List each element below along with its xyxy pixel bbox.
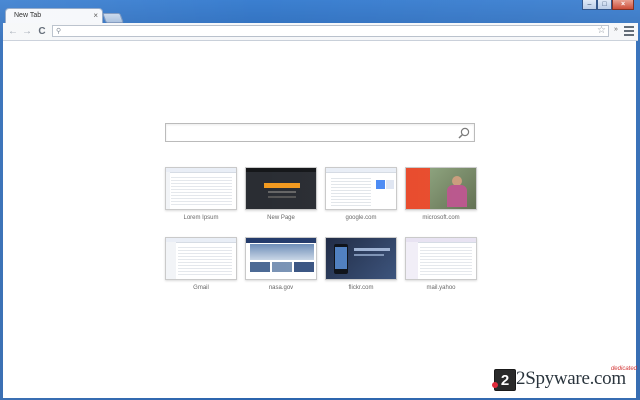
site-thumbnail: [245, 167, 317, 210]
watermark-logo: 2 2Spyware.com dedicated: [492, 366, 638, 396]
site-thumbnail: [165, 167, 237, 210]
forward-arrow-icon: →: [22, 25, 32, 37]
magnifier-icon[interactable]: [458, 127, 470, 139]
forward-button[interactable]: →: [21, 25, 33, 37]
site-thumbnail: [165, 237, 237, 280]
watermark-text: 2Spyware.com: [516, 368, 626, 389]
tile-label: Gmail: [193, 285, 209, 291]
extensions-chevron-icon[interactable]: »: [614, 26, 618, 33]
maximize-button[interactable]: □: [597, 0, 612, 10]
search-icon: ⚲: [56, 28, 62, 35]
tile-label: nasa.gov: [268, 285, 294, 291]
back-arrow-icon: ←: [8, 25, 18, 37]
most-visited-tile[interactable]: Gmail: [165, 237, 237, 291]
most-visited-tile[interactable]: google.com: [325, 167, 397, 221]
toolbar: ← → C ⚲ ☆ »: [3, 23, 638, 41]
site-thumbnail: [405, 237, 477, 280]
close-window-button[interactable]: ×: [612, 0, 634, 10]
omnibox-input[interactable]: [65, 26, 585, 36]
site-thumbnail: [405, 167, 477, 210]
minimize-button[interactable]: –: [582, 0, 597, 10]
watermark-tag: dedicated: [610, 366, 637, 372]
most-visited-tile[interactable]: mail.yahoo: [405, 237, 477, 291]
menu-button[interactable]: [624, 25, 634, 37]
tile-label: microsoft.com: [422, 215, 460, 221]
watermark-badge: 2: [492, 369, 516, 391]
most-visited-tile[interactable]: Lorem Ipsum: [165, 167, 237, 221]
most-visited-tile[interactable]: flickr.com: [325, 237, 397, 291]
close-icon: ×: [620, 1, 626, 8]
reload-icon: C: [38, 25, 46, 37]
site-thumbnail: [325, 237, 397, 280]
new-tab-button[interactable]: [102, 13, 124, 23]
tile-label: New Page: [267, 215, 295, 221]
tile-label: Lorem Ipsum: [183, 215, 219, 221]
most-visited-tile[interactable]: microsoft.com: [405, 167, 477, 221]
tab-close-icon[interactable]: ×: [93, 11, 98, 21]
bookmark-star-icon[interactable]: ☆: [597, 25, 606, 36]
tab-title: New Tab: [14, 12, 42, 19]
tile-label: google.com: [345, 215, 377, 221]
search-box[interactable]: [165, 123, 475, 142]
browser-window: – □ × New Tab × ← → C ⚲ ☆ » Lorem Ipsum …: [0, 0, 640, 400]
minimize-icon: –: [587, 1, 592, 8]
tab-new-tab[interactable]: New Tab ×: [5, 8, 103, 24]
maximize-icon: □: [602, 1, 607, 8]
reload-button[interactable]: C: [36, 25, 48, 37]
new-tab-page: Lorem Ipsum New Page google.com microsof…: [3, 41, 638, 398]
most-visited-tile[interactable]: nasa.gov: [245, 237, 317, 291]
most-visited-tile[interactable]: New Page: [245, 167, 317, 221]
omnibox[interactable]: ⚲ ☆: [52, 25, 609, 37]
search-input[interactable]: [170, 126, 450, 139]
site-thumbnail: [325, 167, 397, 210]
site-thumbnail: [245, 237, 317, 280]
tile-label: mail.yahoo: [426, 285, 456, 291]
back-button[interactable]: ←: [7, 25, 19, 37]
window-controls: – □ ×: [582, 0, 634, 10]
tile-label: flickr.com: [348, 285, 374, 291]
